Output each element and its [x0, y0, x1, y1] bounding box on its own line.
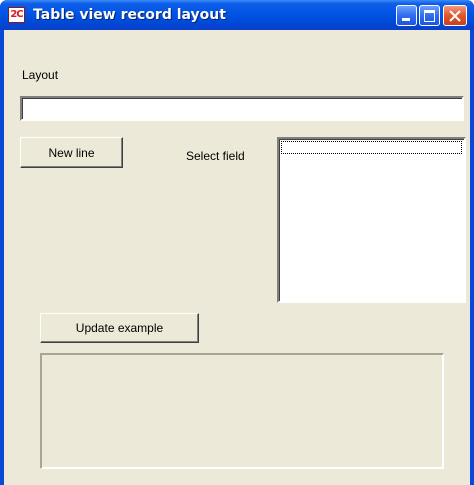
layout-label: Layout	[22, 68, 59, 82]
update-example-button[interactable]: Update example	[40, 313, 199, 343]
close-icon	[449, 10, 461, 22]
select-field-label: Select field	[186, 149, 245, 163]
app-icon[interactable]: 2C	[8, 7, 25, 23]
field-list-focus-item[interactable]	[281, 141, 462, 154]
field-list[interactable]	[277, 137, 466, 303]
layout-input[interactable]	[20, 96, 464, 121]
window-title: Table view record layout	[33, 7, 226, 23]
example-preview	[40, 353, 444, 469]
dialog-body: Layout New line Select field Update exam…	[4, 30, 470, 485]
app-window: 2C Table view record layout Layout New l…	[0, 0, 474, 485]
maximize-button[interactable]	[419, 5, 440, 26]
title-bar[interactable]: 2C Table view record layout	[0, 0, 474, 30]
new-line-button[interactable]: New line	[20, 137, 123, 168]
close-button[interactable]	[443, 5, 467, 26]
minimize-button[interactable]	[396, 5, 417, 26]
